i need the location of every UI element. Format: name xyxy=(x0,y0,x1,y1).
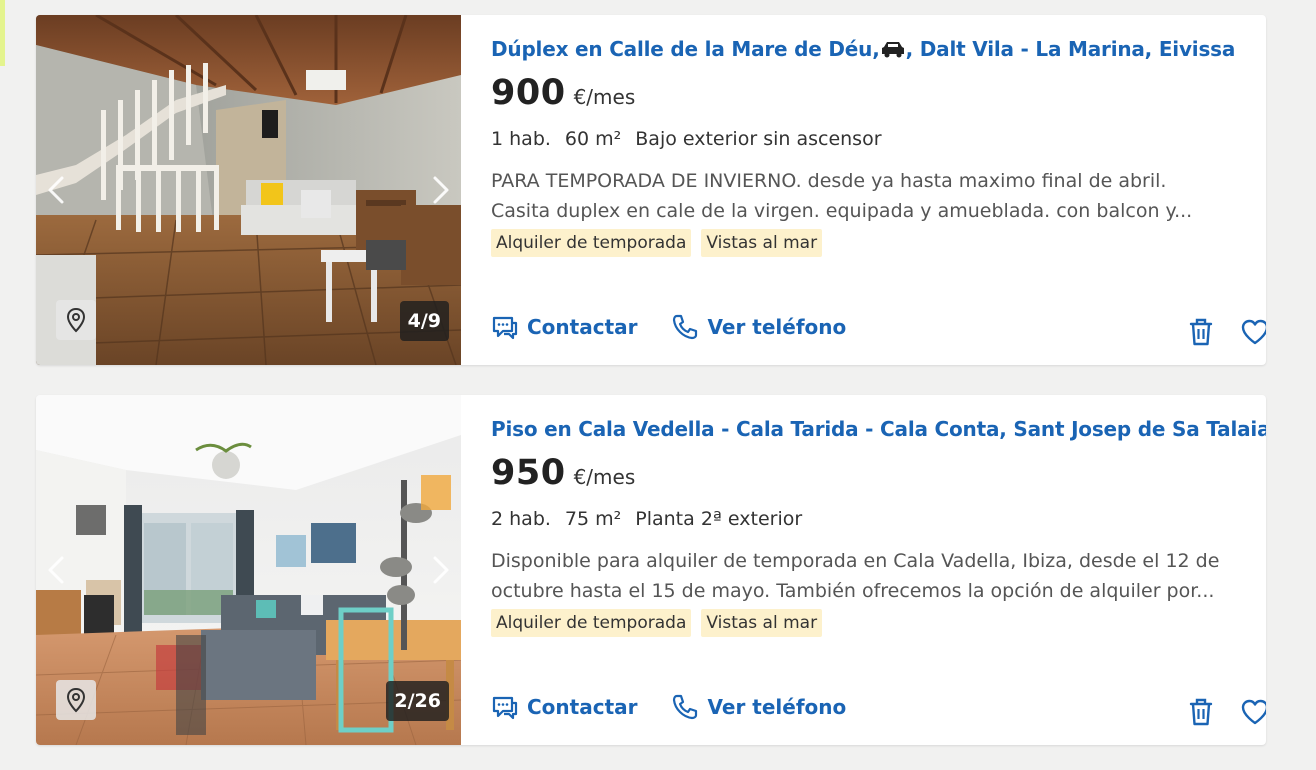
discard-button[interactable] xyxy=(1185,315,1217,349)
listing-photo[interactable]: 4/9 xyxy=(36,15,461,365)
listing-tags: Alquiler de temporada Vistas al mar xyxy=(491,609,823,637)
price-value: 950 xyxy=(491,453,566,493)
chevron-right-icon xyxy=(433,556,449,584)
price-value: 900 xyxy=(491,73,566,113)
listing-actions: Contactar Ver teléfono xyxy=(491,313,846,341)
chat-icon xyxy=(492,696,518,720)
description-line: PARA TEMPORADA DE INVIERNO. desde ya has… xyxy=(491,170,1167,192)
rooms-detail: 2 hab. xyxy=(491,508,551,530)
map-button[interactable] xyxy=(56,680,96,720)
listing-photo[interactable]: 2/26 xyxy=(36,395,461,745)
phone-icon xyxy=(672,314,697,340)
photo-next-button[interactable] xyxy=(425,550,455,590)
area-detail: 75 m² xyxy=(564,508,622,530)
contact-button[interactable]: Contactar xyxy=(491,313,638,341)
price-row: 950 €/mes xyxy=(491,453,635,493)
tag-sea-views: Vistas al mar xyxy=(701,229,823,257)
price-unit: €/mes xyxy=(573,85,636,109)
tag-season-rental: Alquiler de temporada xyxy=(491,609,692,637)
price-row: 900 €/mes xyxy=(491,73,635,113)
photo-duplex-interior xyxy=(36,15,461,365)
listing-actions: Contactar Ver teléfono xyxy=(491,693,846,721)
listing-description[interactable]: PARA TEMPORADA DE INVIERNO. desde ya has… xyxy=(491,166,1221,226)
listing-details: 2 hab. 75 m² Planta 2ª exterior xyxy=(491,508,816,530)
phone-button[interactable]: Ver teléfono xyxy=(670,693,847,721)
chevron-left-icon xyxy=(48,176,64,204)
floor-detail: Bajo exterior sin ascensor xyxy=(635,128,882,150)
description-line: octubre hasta el 15 de mayo. También ofr… xyxy=(491,580,1215,602)
listing-title[interactable]: Piso en Cala Vedella - Cala Tarida - Cal… xyxy=(491,417,1266,441)
description-line: Casita duplex en cale de la virgen. equi… xyxy=(491,200,1193,222)
favorite-button[interactable] xyxy=(1239,315,1266,349)
phone-button[interactable]: Ver teléfono xyxy=(670,313,847,341)
listing-card[interactable]: 4/9 Dúplex en Calle de la Mare de Déu, ,… xyxy=(36,15,1266,365)
contact-button[interactable]: Contactar xyxy=(491,693,638,721)
listing-title-location: , Dalt Vila - La Marina, Eivissa xyxy=(905,37,1236,61)
listing-details: 1 hab. 60 m² Bajo exterior sin ascensor xyxy=(491,128,896,150)
map-pin-icon xyxy=(66,687,86,713)
listing-info: Dúplex en Calle de la Mare de Déu, , Dal… xyxy=(491,15,1266,365)
discard-button[interactable] xyxy=(1185,695,1217,729)
phone-label: Ver teléfono xyxy=(707,315,847,339)
price-unit: €/mes xyxy=(573,465,636,489)
listing-title-text: Dúplex en Calle de la Mare de Déu, xyxy=(491,37,880,61)
contact-label: Contactar xyxy=(527,695,638,719)
listing-description[interactable]: Disponible para alquiler de temporada en… xyxy=(491,546,1221,606)
floor-detail: Planta 2ª exterior xyxy=(635,508,803,530)
car-icon xyxy=(881,42,904,58)
listing-tags: Alquiler de temporada Vistas al mar xyxy=(491,229,823,257)
heart-icon xyxy=(1241,319,1266,345)
trash-icon xyxy=(1189,318,1213,346)
map-button[interactable] xyxy=(56,300,96,340)
description-line: Disponible para alquiler de temporada en… xyxy=(491,550,1220,572)
photo-next-button[interactable] xyxy=(425,170,455,210)
favorite-button[interactable] xyxy=(1239,695,1266,729)
chevron-right-icon xyxy=(433,176,449,204)
map-pin-icon xyxy=(66,307,86,333)
rooms-detail: 1 hab. xyxy=(491,128,551,150)
trash-icon xyxy=(1189,698,1213,726)
tag-sea-views: Vistas al mar xyxy=(701,609,823,637)
chevron-left-icon xyxy=(48,556,64,584)
area-detail: 60 m² xyxy=(564,128,622,150)
listing-title-text: Piso en Cala Vedella - Cala Tarida - Cal… xyxy=(491,417,1266,441)
listing-info: Piso en Cala Vedella - Cala Tarida - Cal… xyxy=(491,395,1266,745)
photo-counter: 4/9 xyxy=(399,301,449,341)
photo-prev-button[interactable] xyxy=(42,550,72,590)
phone-icon xyxy=(672,694,697,720)
contact-label: Contactar xyxy=(527,315,638,339)
listing-card[interactable]: 2/26 Piso en Cala Vedella - Cala Tarida … xyxy=(36,395,1266,745)
heart-icon xyxy=(1241,699,1266,725)
tag-season-rental: Alquiler de temporada xyxy=(491,229,692,257)
chat-icon xyxy=(492,316,518,340)
phone-label: Ver teléfono xyxy=(707,695,847,719)
photo-prev-button[interactable] xyxy=(42,170,72,210)
listing-title[interactable]: Dúplex en Calle de la Mare de Déu, , Dal… xyxy=(491,37,1235,61)
accent-strip xyxy=(0,0,5,66)
photo-counter: 2/26 xyxy=(386,681,449,721)
